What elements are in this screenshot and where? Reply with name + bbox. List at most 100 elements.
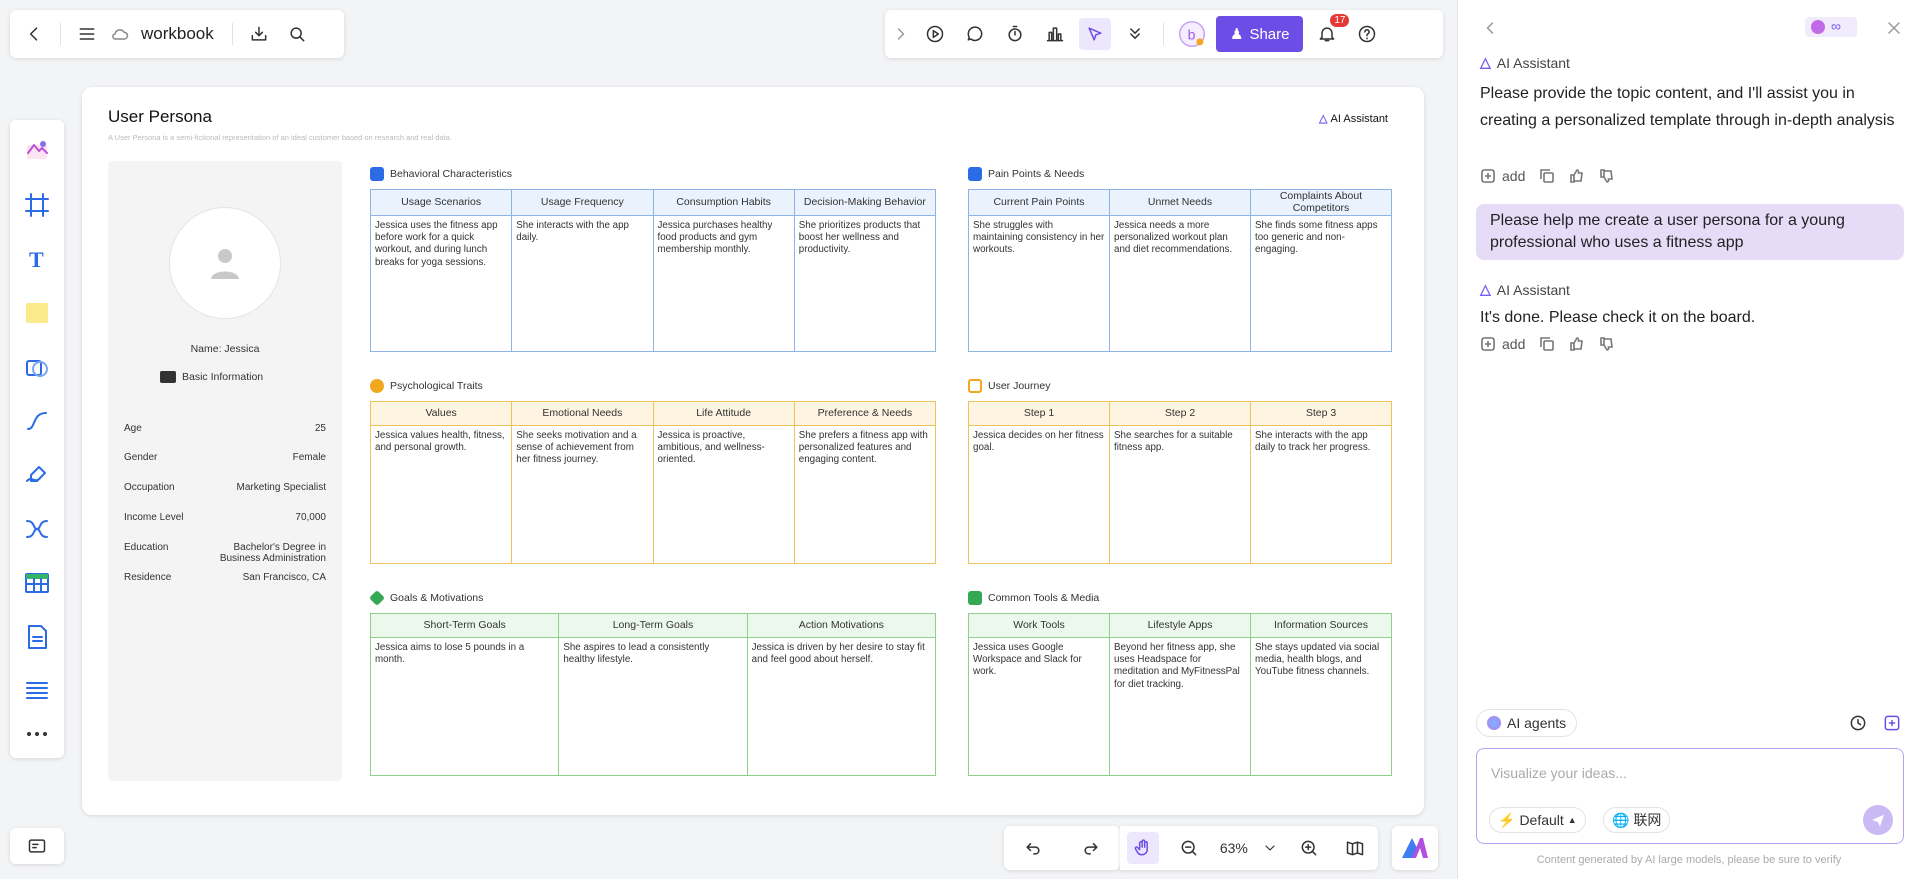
user-icon xyxy=(211,249,239,279)
column-header: Step 1 xyxy=(968,401,1110,426)
section-title: Goals & Motivations xyxy=(390,592,484,604)
assistant-message: Please provide the topic content, and I'… xyxy=(1480,85,1895,129)
table-cell[interactable]: Jessica needs a more personalized workou… xyxy=(1109,215,1251,352)
basic-info-heading: Basic Information xyxy=(160,371,263,383)
brain-icon xyxy=(1811,20,1825,34)
ai-launcher-button[interactable] xyxy=(1392,826,1438,870)
table-cell[interactable]: She prioritizes products that boost her … xyxy=(793,215,937,352)
assistant-name: AI Assistant xyxy=(1496,281,1570,298)
document-icon[interactable] xyxy=(17,616,57,658)
table-cell[interactable]: Jessica uses Google Workspace and Slack … xyxy=(968,637,1110,776)
chevron-right-icon[interactable] xyxy=(891,18,911,50)
zoom-in-icon[interactable] xyxy=(1293,832,1325,864)
user-journey-section: User Journey Step 1 Step 2 Step 3 Jessica … xyxy=(968,377,1392,564)
pen-icon[interactable] xyxy=(17,454,57,496)
more-icon[interactable] xyxy=(17,724,57,744)
play-icon[interactable] xyxy=(919,18,951,50)
cloud-icon xyxy=(109,18,131,50)
add-button[interactable]: add xyxy=(1480,168,1525,184)
chat-input[interactable]: Visualize your ideas... ⚡ Default ▲ 🌐 联网 xyxy=(1476,748,1904,844)
table-cell[interactable]: Jessica is driven by her desire to stay … xyxy=(746,637,937,776)
table-cell[interactable]: Beyond her fitness app, she uses Headspa… xyxy=(1109,637,1251,776)
help-icon[interactable] xyxy=(1351,18,1383,50)
thumbs-up-icon[interactable] xyxy=(1569,336,1585,352)
table-icon[interactable] xyxy=(17,562,57,604)
table-cell[interactable]: She aspires to lead a consistently healt… xyxy=(558,637,748,776)
share-button[interactable]: ♟ Share xyxy=(1216,16,1304,52)
text-icon[interactable]: T xyxy=(17,238,57,280)
add-button[interactable]: add xyxy=(1480,336,1525,352)
copy-icon[interactable] xyxy=(1539,336,1555,352)
user-avatar-icon[interactable]: b xyxy=(1176,18,1208,50)
assistant-message: It's done. Please check it on the board. xyxy=(1480,309,1756,326)
bell-icon[interactable]: 17 xyxy=(1311,14,1350,50)
back-icon[interactable] xyxy=(18,18,50,50)
persona-title: User Persona xyxy=(108,107,212,126)
vote-icon[interactable] xyxy=(1039,18,1071,50)
model-select[interactable]: ⚡ Default ▲ xyxy=(1489,807,1586,833)
send-icon xyxy=(1872,814,1884,827)
minimap-button[interactable] xyxy=(10,828,64,864)
board-canvas[interactable]: User Persona A User Persona is a semi-fi… xyxy=(82,87,1424,815)
sticky-note-icon[interactable] xyxy=(17,292,57,334)
table-cell[interactable]: She searches for a suitable fitness app. xyxy=(1109,425,1251,564)
table-cell[interactable]: Jessica decides on her fitness goal. xyxy=(968,425,1110,564)
table-cell[interactable]: She seeks motivation and a sense of achi… xyxy=(511,425,654,564)
comment-icon[interactable] xyxy=(959,18,991,50)
double-chevron-down-icon[interactable] xyxy=(1119,18,1151,50)
table-cell[interactable]: She finds some fitness apps too generic … xyxy=(1250,215,1392,352)
table-cell[interactable]: Jessica uses the fitness app before work… xyxy=(369,215,513,352)
zoom-out-icon[interactable] xyxy=(1173,832,1205,864)
close-icon[interactable] xyxy=(1878,12,1910,44)
ai-agents-button[interactable]: AI agents xyxy=(1476,709,1578,737)
redo-icon[interactable] xyxy=(1075,832,1107,864)
timer-icon[interactable] xyxy=(999,18,1031,50)
mode-toggle[interactable]: ∞ xyxy=(1805,17,1857,37)
chevron-down-icon[interactable] xyxy=(1262,832,1278,864)
collapse-icon[interactable] xyxy=(1474,12,1506,44)
table-cell[interactable]: Jessica purchases healthy food products … xyxy=(652,215,795,352)
field-value: Female xyxy=(292,452,326,463)
table-cell[interactable]: She struggles with maintaining consisten… xyxy=(968,215,1110,352)
user-message: Please help me create a user persona for… xyxy=(1476,204,1904,260)
document-title[interactable]: workbook xyxy=(141,24,214,44)
table-cell[interactable]: She prefers a fitness app with personali… xyxy=(793,425,937,564)
thumbs-down-icon[interactable] xyxy=(1599,168,1615,184)
undo-icon[interactable] xyxy=(1017,832,1049,864)
check-box-icon xyxy=(968,167,982,181)
menu-icon[interactable] xyxy=(71,18,103,50)
section-heading: Psychological Traits xyxy=(370,377,936,395)
templates-icon[interactable] xyxy=(17,130,57,172)
ai-logo-icon: △ xyxy=(1319,113,1328,125)
table-cell[interactable]: Jessica is proactive, ambitious, and wel… xyxy=(652,425,795,564)
connector-icon[interactable] xyxy=(17,400,57,442)
persona-name: Name: Jessica xyxy=(190,343,260,355)
frame-icon[interactable] xyxy=(17,184,57,226)
zoom-level[interactable]: 63% xyxy=(1220,840,1248,856)
table-cell[interactable]: She interacts with the app daily to trac… xyxy=(1250,425,1392,564)
table-cell[interactable]: Jessica values health, fitness, and pers… xyxy=(369,425,513,564)
shapes-icon[interactable] xyxy=(17,346,57,388)
thumbs-up-icon[interactable] xyxy=(1569,168,1585,184)
table-cell[interactable]: Jessica aims to lose 5 pounds in a month… xyxy=(369,637,560,776)
hand-icon[interactable] xyxy=(1127,832,1160,864)
psychological-section: Psychological Traits Values Emotional Nee… xyxy=(369,377,937,564)
id-card-icon xyxy=(160,371,176,383)
column-header: Short-Term Goals xyxy=(369,613,560,638)
search-icon[interactable] xyxy=(281,18,313,50)
book-icon[interactable] xyxy=(1339,832,1371,864)
web-search-toggle[interactable]: 🌐 联网 xyxy=(1603,807,1671,833)
table-cell[interactable]: She interacts with the app daily. xyxy=(511,215,654,352)
cursor-follow-icon[interactable] xyxy=(1079,18,1111,50)
copy-icon[interactable] xyxy=(1539,168,1555,184)
behavioral-section: Behavioral Characteristics Usage Scenari… xyxy=(369,165,937,352)
table-cell[interactable]: She stays updated via social media, heal… xyxy=(1250,637,1392,776)
list-icon[interactable] xyxy=(17,670,57,712)
send-button[interactable] xyxy=(1863,805,1893,835)
new-chat-icon[interactable] xyxy=(1876,707,1908,739)
thumbs-down-icon[interactable] xyxy=(1599,336,1615,352)
section-heading: Goals & Motivations xyxy=(369,589,936,607)
mindmap-icon[interactable] xyxy=(17,508,57,550)
download-icon[interactable] xyxy=(243,18,275,50)
history-icon[interactable] xyxy=(1842,707,1874,739)
